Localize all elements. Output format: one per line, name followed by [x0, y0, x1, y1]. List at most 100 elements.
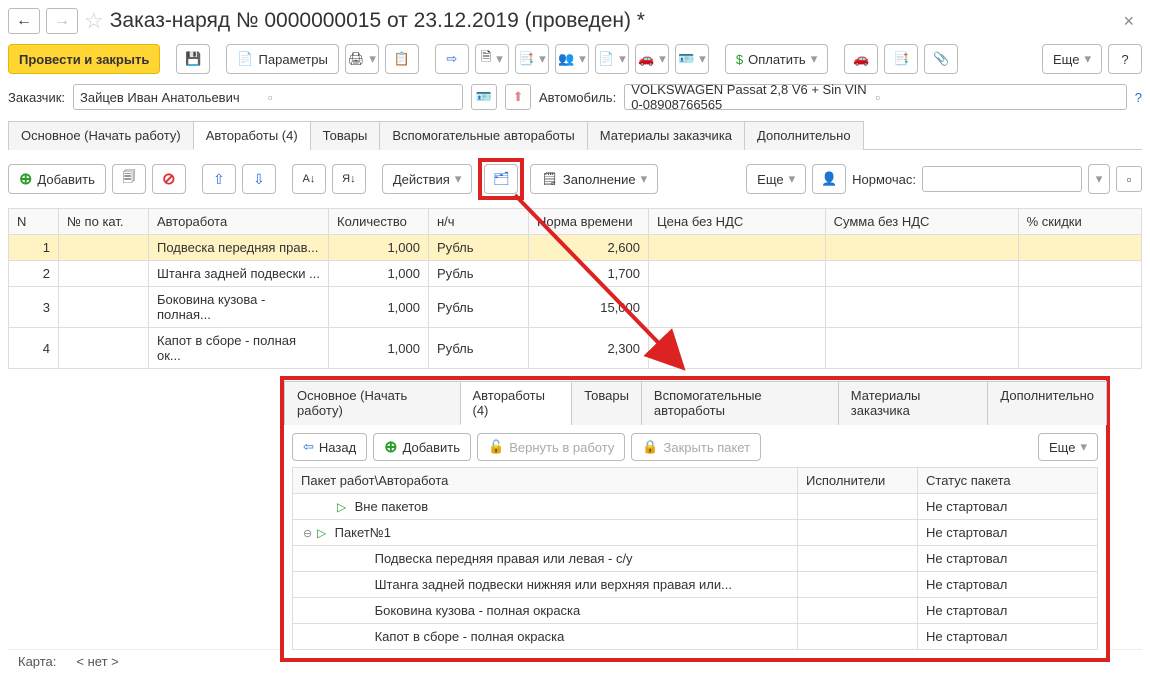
popup-tab-goods[interactable]: Товары — [571, 381, 642, 425]
table-row[interactable]: 1Подвеска передняя прав...1,000Рубль2,60… — [9, 235, 1142, 261]
col-sum[interactable]: Сумма без НДС — [825, 209, 1018, 235]
copy-button[interactable]: 📑 — [884, 44, 918, 74]
more-button[interactable]: Еще ▾ — [1042, 44, 1102, 74]
help-button[interactable]: ? — [1108, 44, 1142, 74]
col-nh[interactable]: н/ч — [429, 209, 529, 235]
actions-button[interactable]: Действия ▾ — [382, 164, 473, 194]
fill-icon: 🗒 — [541, 171, 558, 187]
tab-materials[interactable]: Материалы заказчика — [587, 121, 745, 150]
print-button[interactable]: 🖨▾ — [345, 44, 379, 74]
col-price[interactable]: Цена без НДС — [649, 209, 826, 235]
move-up-button[interactable]: ⇧ — [202, 164, 236, 194]
printer-icon: 🖨 — [348, 51, 365, 67]
tab-aux[interactable]: Вспомогательные автоработы — [379, 121, 587, 150]
pcol-status[interactable]: Статус пакета — [918, 468, 1098, 494]
nav-back-button[interactable]: ← — [8, 8, 40, 34]
sub-more-button[interactable]: Еще ▾ — [746, 164, 806, 194]
report-button[interactable]: 📋 — [385, 44, 419, 74]
package-row[interactable]: Штанга задней подвески нижняя или верхня… — [293, 572, 1098, 598]
normhour-open-button[interactable]: ▫ — [1116, 166, 1142, 192]
package-icon: 🗂 — [493, 171, 510, 187]
package-row[interactable]: Боковина кузова - полная окраскаНе старт… — [293, 598, 1098, 624]
copy-icon: 🗐 — [122, 168, 135, 190]
doc-icon: 📄 — [598, 51, 614, 67]
action6-button[interactable]: 🚗▾ — [635, 44, 669, 74]
car2-button[interactable]: 🚗 — [844, 44, 878, 74]
col-discount[interactable]: % скидки — [1018, 209, 1141, 235]
tab-extra[interactable]: Дополнительно — [744, 121, 864, 150]
package-row[interactable]: ⊖▷ Пакет№1Не стартовал — [293, 520, 1098, 546]
card-value: < нет > — [66, 654, 128, 669]
table-row[interactable]: 3Боковина кузова - полная...1,000Рубль15… — [9, 287, 1142, 328]
customer-input[interactable]: Зайцев Иван Анатольевич ▫ — [73, 84, 463, 110]
col-work[interactable]: Авторабота — [149, 209, 329, 235]
popup-tab-works[interactable]: Автоработы (4) — [460, 381, 573, 425]
car-help-link[interactable]: ? — [1135, 90, 1142, 105]
table-row[interactable]: 4Капот в сборе - полная ок...1,000Рубль2… — [9, 328, 1142, 369]
package-row[interactable]: Капот в сборе - полная окраскаНе стартов… — [293, 624, 1098, 650]
delete-row-button[interactable]: ⊘ — [152, 164, 186, 194]
main-toolbar: Провести и закрыть 💾 📄Параметры 🖨▾ 📋 ⇨ 🗎… — [8, 44, 1142, 74]
lock-icon: 🔒 — [642, 439, 658, 455]
popup-back-button[interactable]: ⇦Назад — [292, 433, 367, 461]
attach-button[interactable]: 📎 — [924, 44, 958, 74]
col-qty[interactable]: Количество — [329, 209, 429, 235]
popup-close-pkg-button[interactable]: 🔒Закрыть пакет — [631, 433, 761, 461]
move-down-button[interactable]: ⇩ — [242, 164, 276, 194]
popup-add-button[interactable]: ⊕Добавить — [373, 433, 471, 461]
favorite-star-icon[interactable]: ☆ — [84, 8, 104, 34]
popup-tab-main[interactable]: Основное (Начать работу) — [284, 381, 461, 425]
params-button[interactable]: 📄Параметры — [226, 44, 339, 74]
open-icon[interactable]: ▫ — [268, 90, 456, 105]
save-button[interactable]: 💾 — [176, 44, 210, 74]
person-button[interactable]: 👤 — [812, 164, 846, 194]
add-row-button[interactable]: ⊕Добавить — [8, 164, 106, 194]
action2-button[interactable]: 🗎▾ — [475, 44, 509, 74]
customer-card-button[interactable]: 🪪 — [471, 84, 497, 110]
open-icon: ▫ — [1127, 172, 1132, 187]
car-input[interactable]: VOLKSWAGEN Passat 2,8 V6 + Sin VIN 0-089… — [624, 84, 1127, 110]
normhour-input[interactable] — [922, 166, 1082, 192]
dollar-icon: $ — [736, 52, 743, 67]
copy-row-button[interactable]: 🗐 — [112, 164, 146, 194]
sort-asc-button[interactable]: А↓ — [292, 164, 326, 194]
popup-tab-extra[interactable]: Дополнительно — [987, 381, 1107, 425]
tab-works[interactable]: Автоработы (4) — [193, 121, 311, 150]
col-n[interactable]: N — [9, 209, 59, 235]
normhour-dropdown[interactable]: ▾ — [1088, 164, 1110, 194]
table-row[interactable]: 2Штанга задней подвески ...1,000Рубль1,7… — [9, 261, 1142, 287]
packages-button[interactable]: 🗂 — [484, 164, 518, 194]
pcol-exec[interactable]: Исполнители — [798, 468, 918, 494]
sort-desc-button[interactable]: Я↓ — [332, 164, 366, 194]
pcol-pkg[interactable]: Пакет работ\Авторабота — [293, 468, 798, 494]
doc-stack-icon: 🗎 — [481, 48, 491, 70]
fill-button[interactable]: 🗒Заполнение ▾ — [530, 164, 658, 194]
tab-main[interactable]: Основное (Начать работу) — [8, 121, 194, 150]
action5-button[interactable]: 📄▾ — [595, 44, 629, 74]
popup-more-button[interactable]: Еще ▾ — [1038, 433, 1098, 461]
col-catno[interactable]: № по кат. — [59, 209, 149, 235]
package-row[interactable]: ▷ Вне пакетовНе стартовал — [293, 494, 1098, 520]
post-and-close-button[interactable]: Провести и закрыть — [8, 44, 160, 74]
popup-tab-aux[interactable]: Вспомогательные автоработы — [641, 381, 839, 425]
customer-up-button[interactable]: ⬆ — [505, 84, 531, 110]
action3-button[interactable]: 📑▾ — [515, 44, 549, 74]
package-row[interactable]: Подвеска передняя правая или левая - с/у… — [293, 546, 1098, 572]
nav-forward-button[interactable]: → — [46, 8, 78, 34]
action4-button[interactable]: 👥▾ — [555, 44, 589, 74]
open-icon[interactable]: ▫ — [875, 90, 1119, 105]
action1-button[interactable]: ⇨ — [435, 44, 469, 74]
col-timestd[interactable]: Норма времени — [529, 209, 649, 235]
fill-label: Заполнение — [563, 172, 636, 187]
popup-tab-materials[interactable]: Материалы заказчика — [838, 381, 989, 425]
arrow-down-icon: ⇩ — [253, 171, 265, 188]
more-label: Еще — [1053, 52, 1079, 67]
tab-goods[interactable]: Товары — [310, 121, 381, 150]
add-label: Добавить — [37, 172, 94, 187]
action7-button[interactable]: 🪪▾ — [675, 44, 709, 74]
close-icon[interactable]: × — [1115, 11, 1142, 32]
page-title: Заказ-наряд № 0000000015 от 23.12.2019 (… — [110, 9, 645, 33]
popup-return-button[interactable]: 🔓Вернуть в работу — [477, 433, 625, 461]
doc-plus-icon: 📑 — [518, 51, 534, 67]
pay-button[interactable]: $Оплатить▾ — [725, 44, 828, 74]
